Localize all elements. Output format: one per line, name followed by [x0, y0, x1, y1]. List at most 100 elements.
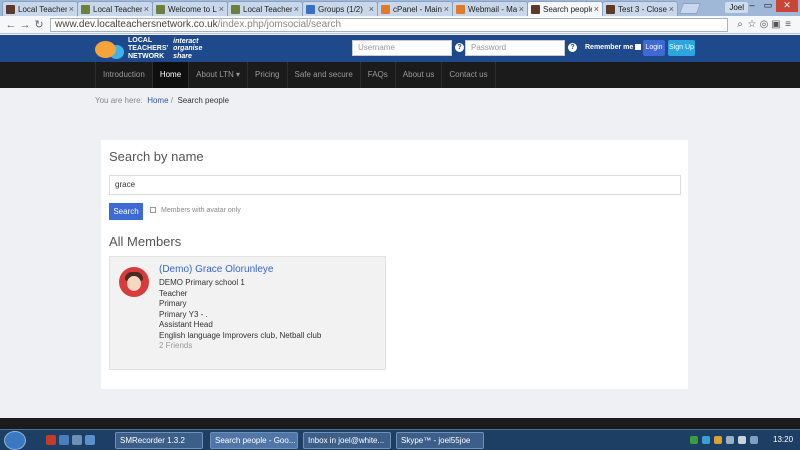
start-button[interactable] — [4, 431, 26, 450]
window-controls: – ▭ ✕ — [744, 0, 798, 12]
wrench-icon[interactable]: ≡ — [782, 19, 794, 30]
close-icon[interactable]: × — [594, 4, 599, 14]
browser-tab[interactable]: Groups (1/2) × — [302, 1, 378, 16]
nav-item-about-ltn[interactable]: About LTN ▾ — [188, 62, 247, 88]
member-name-link[interactable]: (Demo) Grace Olorunleye — [159, 264, 273, 275]
app-icon[interactable] — [59, 435, 69, 445]
username-input[interactable]: Username — [352, 40, 452, 56]
browser-tab-strip: Local Teachers × Local Teachers × Welcome … — [0, 0, 800, 16]
browser-toolbar: ← → ↻ www.dev.localteachersnetwork.co.uk… — [0, 16, 800, 34]
browser-tab[interactable]: cPanel - Main × — [377, 1, 453, 16]
taskbar-item[interactable]: SMRecorder 1.3.2 — [115, 432, 203, 449]
close-icon[interactable]: × — [144, 4, 149, 14]
search-icon[interactable]: ⌕ — [734, 19, 746, 30]
tray-icon[interactable] — [750, 436, 758, 444]
favicon-icon — [606, 4, 615, 14]
member-card: (Demo) Grace Olorunleye DEMO Primary sch… — [109, 256, 386, 370]
browser-tab[interactable]: Test 3 - Closed × — [602, 1, 678, 16]
taskbar-item[interactable]: Inbox in joel@white... — [303, 432, 391, 449]
logo-text: LOCAL TEACHERS' NETWORK — [128, 37, 169, 60]
logo-orange-bubble — [95, 40, 116, 58]
address-bar[interactable]: www.dev.localteachersnetwork.co.uk/index… — [50, 17, 728, 32]
close-icon[interactable]: × — [369, 4, 374, 14]
tray-icon[interactable] — [702, 436, 710, 444]
reload-icon[interactable]: ↻ — [32, 18, 46, 31]
login-button[interactable]: Login — [643, 40, 665, 56]
taskbar-item[interactable]: Search people - Goo... — [210, 432, 298, 449]
browser-tab[interactable]: Welcome to L × — [152, 1, 228, 16]
forward-icon[interactable]: → — [18, 19, 32, 31]
app-icon[interactable] — [85, 435, 95, 445]
url-path: /index.php/jomsocial/search — [217, 18, 342, 30]
nav-item-faqs[interactable]: FAQs — [359, 62, 395, 88]
url-host: www.dev.localteachersnetwork.co.uk — [55, 18, 218, 30]
breadcrumb-home-link[interactable]: Home — [147, 96, 168, 105]
close-icon[interactable]: × — [69, 4, 74, 14]
favicon-icon — [81, 4, 90, 14]
app-icon[interactable] — [72, 435, 82, 445]
site-footer — [0, 418, 800, 429]
site-header: LOCAL TEACHERS' NETWORK interact organis… — [0, 35, 800, 62]
favicon-icon — [231, 4, 240, 14]
close-icon[interactable]: × — [669, 4, 674, 14]
favicon-icon — [381, 4, 390, 14]
friends-count[interactable]: 2 Friends — [159, 341, 321, 352]
search-panel: Search by name grace Search Members with… — [101, 140, 688, 389]
search-button[interactable]: Search — [109, 203, 143, 220]
maximize-icon[interactable]: ▭ — [760, 0, 776, 12]
help-icon[interactable]: ? — [455, 43, 464, 52]
close-icon[interactable]: × — [294, 4, 299, 14]
breadcrumb-current: Search people — [177, 96, 230, 105]
breadcrumb: You are here: Home / Search people — [95, 96, 230, 105]
remember-checkbox[interactable] — [635, 44, 642, 51]
browser-tab[interactable]: Local Teachers × — [227, 1, 303, 16]
system-tray — [690, 436, 762, 444]
tray-icon[interactable] — [738, 436, 746, 444]
back-icon[interactable]: ← — [4, 19, 18, 31]
nav-item-about-us[interactable]: About us — [394, 62, 442, 88]
browser-tab[interactable]: Webmail - Ma × — [452, 1, 528, 16]
star-icon[interactable]: ☆ — [746, 19, 758, 30]
browser-tab[interactable]: Local Teachers × — [2, 1, 78, 16]
nav-item-home[interactable]: Home — [151, 62, 189, 88]
help-icon[interactable]: ? — [568, 43, 577, 52]
nav-item-contact-us[interactable]: Contact us — [441, 62, 496, 88]
favicon-icon — [456, 4, 465, 14]
avatar-only-option[interactable]: Members with avatar only — [150, 207, 241, 214]
favicon-icon — [531, 4, 540, 14]
search-heading: Search by name — [109, 149, 204, 164]
favicon-icon — [306, 4, 315, 14]
nav-item-safe-and-secure[interactable]: Safe and secure — [286, 62, 360, 88]
main-nav: Introduction Home About LTN ▾ Pricing Sa… — [0, 62, 800, 88]
taskbar: SMRecorder 1.3.2 Search people - Goo... … — [0, 429, 800, 450]
quick-launch — [46, 435, 98, 445]
close-icon[interactable]: × — [519, 4, 524, 14]
close-icon[interactable]: × — [219, 4, 224, 14]
avatar[interactable] — [119, 267, 149, 297]
search-input[interactable]: grace — [109, 175, 681, 195]
close-icon[interactable]: × — [444, 4, 449, 14]
minimize-icon[interactable]: – — [744, 0, 760, 12]
site-logo[interactable]: LOCAL TEACHERS' NETWORK interact organis… — [95, 37, 202, 61]
logo-tagline: interact organise share — [173, 37, 203, 60]
browser-tab-active[interactable]: Search people × — [527, 1, 603, 16]
remember-me[interactable]: Remember me — [585, 44, 642, 51]
favicon-icon — [6, 4, 15, 14]
tray-icon[interactable] — [690, 436, 698, 444]
extension-icon[interactable]: ▣ — [770, 19, 782, 30]
tray-icon[interactable] — [714, 436, 722, 444]
new-tab-button[interactable] — [678, 3, 702, 14]
member-details: DEMO Primary school 1 Teacher Primary Pr… — [159, 278, 322, 352]
close-window-icon[interactable]: ✕ — [776, 0, 798, 12]
signup-button[interactable]: Sign Up — [668, 40, 695, 56]
app-icon[interactable] — [46, 435, 56, 445]
clock[interactable]: 13:20 — [773, 435, 793, 444]
avatar-only-checkbox[interactable] — [150, 207, 156, 214]
password-input[interactable]: Password — [465, 40, 565, 56]
nav-item-pricing[interactable]: Pricing — [247, 62, 286, 88]
browser-tab[interactable]: Local Teachers × — [77, 1, 153, 16]
taskbar-item[interactable]: Skype™ - joel55joe — [396, 432, 484, 449]
extension-icon[interactable]: ◎ — [758, 19, 770, 30]
tray-icon[interactable] — [726, 436, 734, 444]
nav-item-introduction[interactable]: Introduction — [95, 62, 152, 88]
